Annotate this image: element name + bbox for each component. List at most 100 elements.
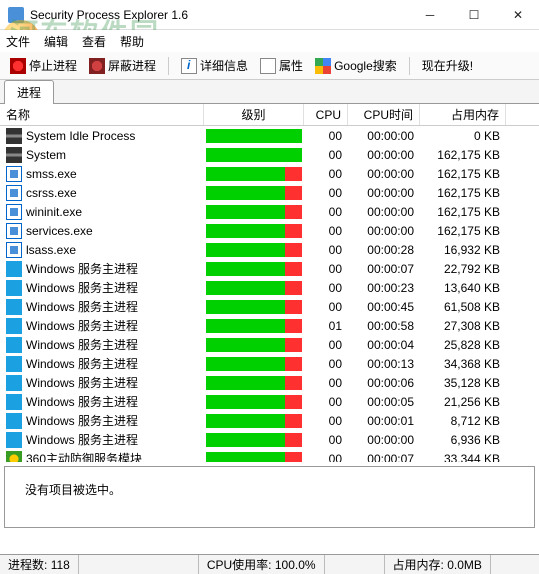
mem-value: 27,308 KB [420, 316, 506, 335]
table-row[interactable]: System0000:00:00162,175 KB [0, 145, 539, 164]
cpu-value: 00 [304, 354, 348, 373]
cputime-value: 00:00:01 [348, 411, 420, 430]
process-icon [6, 337, 22, 353]
cpu-value: 00 [304, 430, 348, 449]
shield-icon [89, 58, 105, 74]
cpu-value: 00 [304, 373, 348, 392]
process-name: Windows 服务主进程 [26, 317, 138, 334]
mem-value: 33,344 KB [420, 449, 506, 462]
level-bar [206, 281, 302, 295]
process-name: lsass.exe [26, 243, 76, 257]
table-row[interactable]: csrss.exe0000:00:00162,175 KB [0, 183, 539, 202]
cpu-value: 00 [304, 183, 348, 202]
shield-label: 屏蔽进程 [108, 57, 156, 74]
stop-icon [10, 58, 26, 74]
mem-value: 6,936 KB [420, 430, 506, 449]
process-icon [6, 242, 22, 258]
status-cpu-usage: CPU使用率: 100.0% [199, 555, 325, 574]
minimize-button[interactable]: ─ [417, 5, 443, 25]
process-icon [6, 128, 22, 144]
menu-file[interactable]: 文件 [6, 33, 30, 50]
table-row[interactable]: Windows 服务主进程0000:00:0722,792 KB [0, 259, 539, 278]
process-name: services.exe [26, 224, 93, 238]
properties-button[interactable]: 属性 [256, 55, 307, 76]
process-name: wininit.exe [26, 205, 82, 219]
google-label: Google搜索 [334, 57, 397, 74]
details-panel: 没有项目被选中。 [4, 466, 535, 528]
menubar: 文件 编辑 查看 帮助 [0, 30, 539, 52]
cputime-value: 00:00:45 [348, 297, 420, 316]
stop-process-button[interactable]: 停止进程 [6, 55, 81, 76]
table-row[interactable]: Windows 服务主进程0000:00:0425,828 KB [0, 335, 539, 354]
mem-value: 162,175 KB [420, 145, 506, 164]
mem-value: 35,128 KB [420, 373, 506, 392]
google-icon [315, 58, 331, 74]
table-row[interactable]: 360主动防御服务模块0000:00:0733,344 KB [0, 449, 539, 462]
level-bar [206, 376, 302, 390]
upgrade-button[interactable]: 现在升级! [418, 55, 477, 76]
tab-process[interactable]: 进程 [4, 80, 54, 104]
menu-help[interactable]: 帮助 [120, 33, 144, 50]
table-row[interactable]: Windows 服务主进程0000:00:0635,128 KB [0, 373, 539, 392]
google-search-button[interactable]: Google搜索 [311, 55, 401, 76]
process-name: Windows 服务主进程 [26, 279, 138, 296]
cputime-value: 00:00:58 [348, 316, 420, 335]
table-row[interactable]: Windows 服务主进程0000:00:006,936 KB [0, 430, 539, 449]
process-icon [6, 185, 22, 201]
cpu-value: 00 [304, 145, 348, 164]
level-bar [206, 414, 302, 428]
process-list: System Idle Process0000:00:000 KBSystem0… [0, 126, 539, 462]
col-cpu[interactable]: CPU [304, 104, 348, 125]
level-bar [206, 452, 302, 463]
mem-value: 162,175 KB [420, 221, 506, 240]
mem-value: 25,828 KB [420, 335, 506, 354]
process-icon [6, 299, 22, 315]
cpu-value: 00 [304, 126, 348, 145]
cputime-value: 00:00:00 [348, 221, 420, 240]
table-row[interactable]: Windows 服务主进程0000:00:4561,508 KB [0, 297, 539, 316]
table-row[interactable]: lsass.exe0000:00:2816,932 KB [0, 240, 539, 259]
level-bar [206, 300, 302, 314]
level-bar [206, 433, 302, 447]
close-button[interactable]: ✕ [505, 5, 531, 25]
prop-label: 属性 [279, 57, 303, 74]
process-name: smss.exe [26, 167, 77, 181]
separator [409, 57, 410, 75]
table-row[interactable]: Windows 服务主进程0000:00:018,712 KB [0, 411, 539, 430]
level-bar [206, 319, 302, 333]
menu-edit[interactable]: 编辑 [44, 33, 68, 50]
status-spacer [79, 555, 199, 574]
tab-row: 进程 [0, 80, 539, 104]
table-row[interactable]: Windows 服务主进程0000:00:1334,368 KB [0, 354, 539, 373]
properties-icon [260, 58, 276, 74]
mem-value: 21,256 KB [420, 392, 506, 411]
col-mem[interactable]: 占用内存 [420, 104, 506, 125]
level-bar [206, 205, 302, 219]
col-cputime[interactable]: CPU时间 [348, 104, 420, 125]
table-row[interactable]: System Idle Process0000:00:000 KB [0, 126, 539, 145]
col-level[interactable]: 级别 [204, 104, 304, 125]
block-process-button[interactable]: 屏蔽进程 [85, 55, 160, 76]
table-row[interactable]: Windows 服务主进程0000:00:2313,640 KB [0, 278, 539, 297]
process-name: System [26, 148, 66, 162]
process-icon [6, 261, 22, 277]
col-name[interactable]: 名称 [0, 104, 204, 125]
menu-view[interactable]: 查看 [82, 33, 106, 50]
table-row[interactable]: Windows 服务主进程0100:00:5827,308 KB [0, 316, 539, 335]
process-name: System Idle Process [26, 129, 135, 143]
mem-value: 16,932 KB [420, 240, 506, 259]
cpu-value: 00 [304, 392, 348, 411]
mem-value: 0.0MB [447, 558, 482, 572]
cputime-value: 00:00:00 [348, 164, 420, 183]
status-memory-usage: 占用内存: 0.0MB [385, 555, 491, 574]
table-row[interactable]: Windows 服务主进程0000:00:0521,256 KB [0, 392, 539, 411]
column-headers: 名称 级别 CPU CPU时间 占用内存 [0, 104, 539, 126]
table-row[interactable]: services.exe0000:00:00162,175 KB [0, 221, 539, 240]
maximize-button[interactable]: ☐ [461, 5, 487, 25]
cputime-value: 00:00:00 [348, 183, 420, 202]
table-row[interactable]: wininit.exe0000:00:00162,175 KB [0, 202, 539, 221]
detail-info-button[interactable]: 详细信息 [177, 55, 252, 76]
table-row[interactable]: smss.exe0000:00:00162,175 KB [0, 164, 539, 183]
level-bar [206, 224, 302, 238]
detail-label: 详细信息 [200, 57, 248, 74]
